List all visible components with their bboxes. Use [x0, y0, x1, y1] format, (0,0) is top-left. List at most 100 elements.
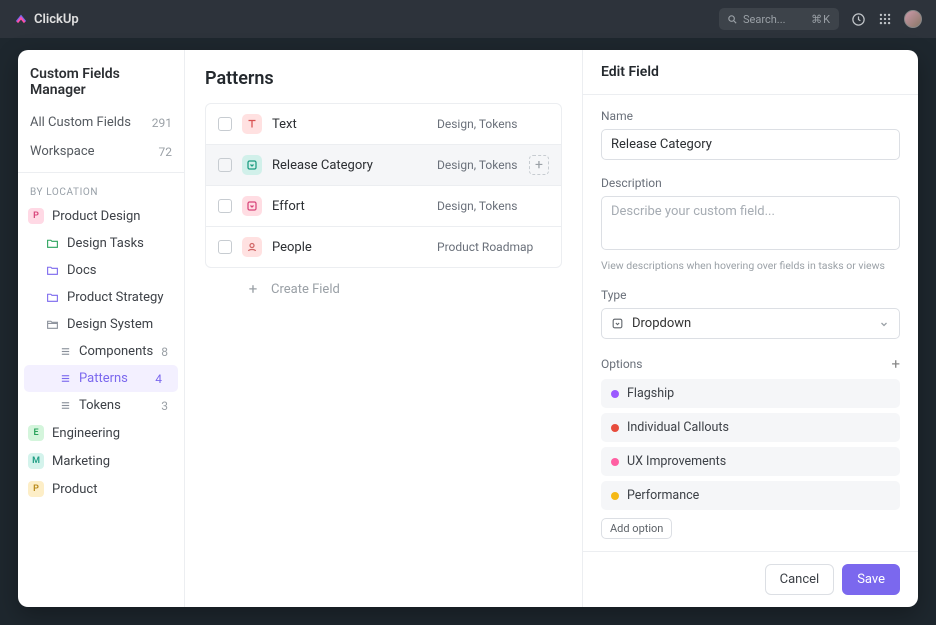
loc-count: 3 — [161, 399, 174, 413]
space-badge-icon: M — [28, 453, 44, 469]
type-select[interactable]: Dropdown — [601, 308, 900, 339]
create-field-button[interactable]: + Create Field — [205, 268, 562, 310]
loc-tokens[interactable]: Tokens 3 — [18, 392, 184, 419]
clickup-logo-icon — [14, 12, 28, 26]
loc-product-design[interactable]: P Product Design — [18, 202, 184, 230]
field-locations: Product Roadmap — [437, 240, 549, 254]
by-location-caption: BY LOCATION — [18, 179, 184, 202]
description-label: Description — [601, 176, 900, 190]
name-input[interactable] — [601, 129, 900, 160]
field-name: Text — [272, 117, 427, 132]
field-list: Text Design, Tokens Release Category Des… — [205, 103, 562, 268]
modal-window: Custom Fields Manager All Custom Fields … — [18, 50, 918, 607]
page-title: Patterns — [205, 68, 562, 89]
chevron-down-icon — [878, 318, 890, 330]
loc-design-tasks[interactable]: Design Tasks — [18, 230, 184, 257]
options-label: Options — [601, 357, 643, 371]
loc-label: Product Design — [52, 209, 140, 224]
description-input[interactable] — [601, 196, 900, 250]
plus-icon: + — [245, 280, 261, 298]
scope-label: Workspace — [30, 144, 95, 159]
loc-label: Marketing — [52, 454, 110, 469]
field-locations: Design, Tokens — [437, 199, 549, 213]
loc-count: 8 — [161, 345, 174, 359]
folder-icon — [46, 264, 59, 277]
field-row[interactable]: People Product Roadmap — [206, 227, 561, 267]
option-color-dot — [611, 458, 619, 466]
space-badge-icon: P — [28, 481, 44, 497]
brand-logo: ClickUp — [14, 12, 79, 27]
field-row[interactable]: Text Design, Tokens — [206, 104, 561, 145]
search-icon — [727, 14, 738, 25]
cancel-button[interactable]: Cancel — [765, 564, 835, 595]
row-checkbox[interactable] — [218, 158, 232, 172]
save-button[interactable]: Save — [842, 564, 900, 595]
type-value: Dropdown — [632, 316, 691, 331]
field-name: Effort — [272, 199, 427, 214]
field-locations: Design, Tokens — [437, 117, 549, 131]
text-field-icon — [242, 114, 262, 134]
scope-label: All Custom Fields — [30, 115, 131, 130]
loc-label: Tokens — [79, 398, 121, 413]
create-field-label: Create Field — [271, 282, 340, 297]
row-checkbox[interactable] — [218, 199, 232, 213]
add-option-icon[interactable]: + — [891, 355, 900, 373]
edit-panel: Edit Field Name Description View descrip… — [582, 50, 918, 607]
loc-label: Product — [52, 482, 97, 497]
option-color-dot — [611, 492, 619, 500]
dropdown-option[interactable]: Performance — [601, 481, 900, 510]
activity-icon[interactable] — [851, 12, 866, 27]
dropdown-field-icon — [242, 155, 262, 175]
dropdown-icon — [611, 317, 624, 330]
space-badge-icon: E — [28, 425, 44, 441]
sidebar: Custom Fields Manager All Custom Fields … — [18, 50, 185, 607]
description-helper: View descriptions when hovering over fie… — [601, 259, 900, 272]
space-badge-icon: P — [28, 208, 44, 224]
dropdown-option[interactable]: Individual Callouts — [601, 413, 900, 442]
type-label: Type — [601, 288, 900, 302]
add-location-icon[interactable]: + — [529, 155, 549, 175]
brand-name: ClickUp — [34, 12, 79, 27]
app-topbar: ClickUp Search... ⌘K — [0, 0, 936, 38]
sidebar-title: Custom Fields Manager — [18, 62, 184, 108]
folder-open-icon — [46, 318, 59, 331]
dropdown-option[interactable]: Flagship — [601, 379, 900, 408]
loc-engineering[interactable]: E Engineering — [18, 419, 184, 447]
list-icon — [60, 373, 71, 384]
scope-all-fields[interactable]: All Custom Fields 291 — [18, 108, 184, 137]
name-label: Name — [601, 109, 900, 123]
field-row[interactable]: Release Category Design, Tokens + — [206, 145, 561, 186]
field-name: Release Category — [272, 158, 427, 173]
option-label: UX Improvements — [627, 454, 726, 469]
loc-patterns[interactable]: Patterns 4 — [24, 365, 178, 392]
row-checkbox[interactable] — [218, 240, 232, 254]
option-color-dot — [611, 424, 619, 432]
list-icon — [60, 346, 71, 357]
row-checkbox[interactable] — [218, 117, 232, 131]
dropdown-option[interactable]: UX Improvements — [601, 447, 900, 476]
global-search[interactable]: Search... ⌘K — [719, 8, 839, 30]
scope-workspace[interactable]: Workspace 72 — [18, 137, 184, 166]
apps-icon[interactable] — [878, 12, 892, 26]
folder-icon — [46, 237, 59, 250]
loc-product-strategy[interactable]: Product Strategy — [18, 284, 184, 311]
add-option-button[interactable]: Add option — [601, 518, 672, 539]
loc-components[interactable]: Components 8 — [18, 338, 184, 365]
user-avatar[interactable] — [904, 10, 922, 28]
loc-docs[interactable]: Docs — [18, 257, 184, 284]
option-label: Performance — [627, 488, 699, 503]
loc-label: Docs — [67, 263, 96, 278]
loc-product[interactable]: P Product — [18, 475, 184, 503]
edit-panel-title: Edit Field — [583, 50, 918, 95]
loc-label: Design System — [67, 317, 153, 332]
option-label: Individual Callouts — [627, 420, 729, 435]
field-row[interactable]: Effort Design, Tokens — [206, 186, 561, 227]
loc-label: Engineering — [52, 426, 120, 441]
effort-field-icon — [242, 196, 262, 216]
loc-design-system[interactable]: Design System — [18, 311, 184, 338]
search-shortcut: ⌘K — [811, 13, 831, 26]
field-locations: Design, Tokens — [437, 158, 519, 172]
loc-label: Patterns — [79, 371, 128, 386]
folder-icon — [46, 291, 59, 304]
loc-marketing[interactable]: M Marketing — [18, 447, 184, 475]
